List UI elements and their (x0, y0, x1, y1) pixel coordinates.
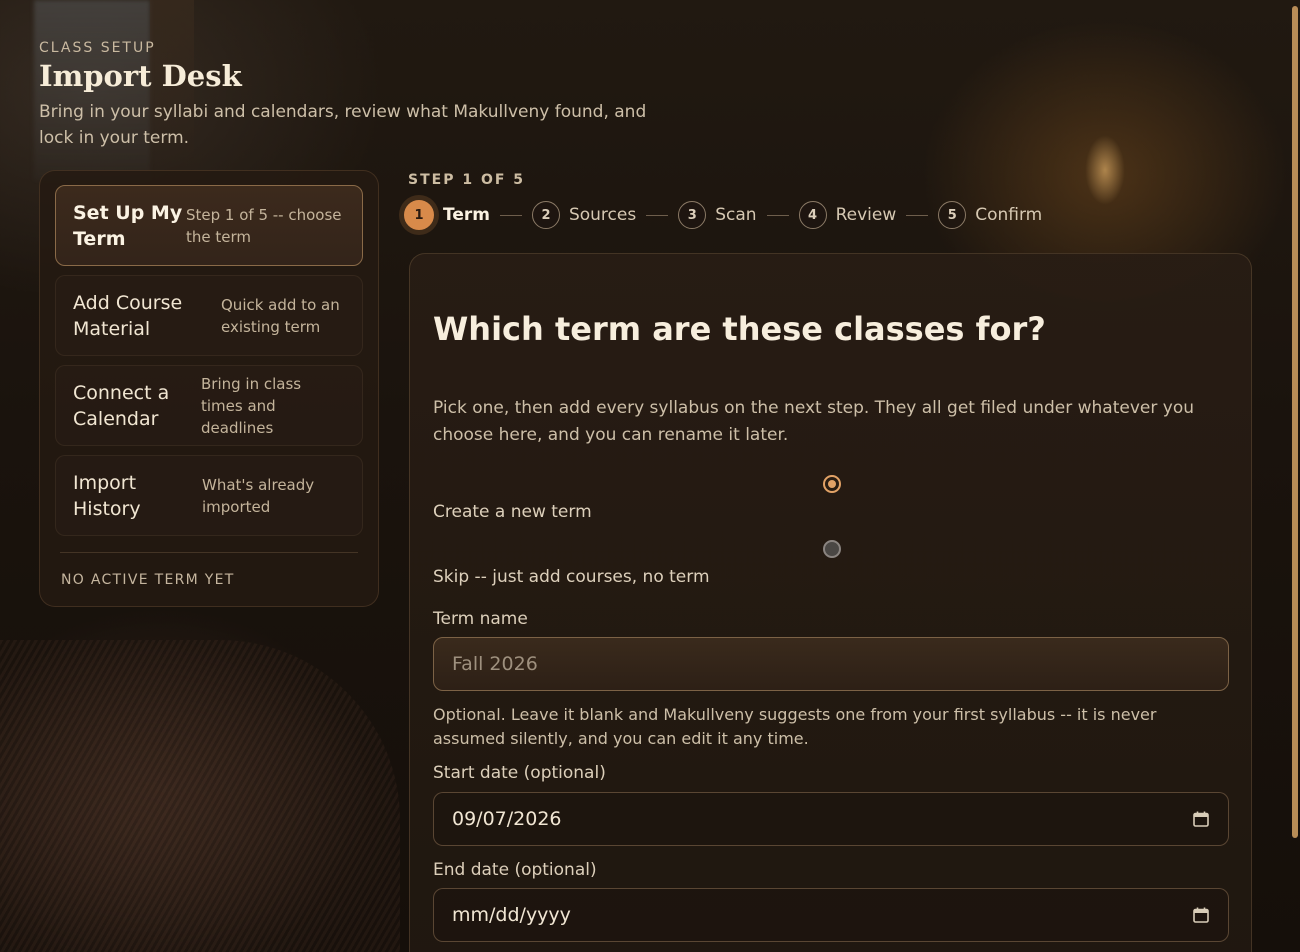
term-name-placeholder: Fall 2026 (452, 653, 538, 675)
form-heading: Which term are these classes for? (433, 310, 1046, 348)
step-sources[interactable]: 2 Sources (531, 201, 637, 229)
step-number: 4 (798, 201, 827, 229)
step-label: Scan (715, 205, 757, 225)
sidebar-item-add-course-material[interactable]: Add Course Material Quick add to an exis… (55, 275, 363, 356)
sidebar-item-desc: Quick add to an existing term (221, 295, 340, 336)
page-scrollbar[interactable] (1292, 6, 1298, 838)
form-intro: Pick one, then add every syllabus on the… (433, 398, 1194, 445)
radio-button-checked[interactable] (823, 475, 841, 493)
sidebar-item-desc: Step 1 of 5 -- choose the term (186, 205, 342, 246)
sidebar-item-label: Import History (73, 471, 141, 520)
step-connector (646, 214, 669, 216)
step-number: 2 (531, 201, 560, 229)
option-create-new-term[interactable]: Create a new term (433, 475, 1233, 525)
step-label: Sources (568, 205, 637, 225)
term-name-input[interactable]: Fall 2026 (433, 637, 1229, 691)
end-date-input[interactable]: mm/dd/yyyy (433, 888, 1229, 942)
option-label: Skip -- just add courses, no term (433, 567, 710, 587)
term-form-card: Which term are these classes for? Pick o… (409, 253, 1252, 952)
step-number: 5 (938, 201, 967, 229)
step-number: 3 (678, 201, 707, 229)
sidebar-item-connect-calendar[interactable]: Connect a Calendar Bring in class times … (55, 365, 363, 446)
step-number: 1 (404, 200, 434, 230)
page-header: CLASS SETUP Import Desk Bring in your sy… (39, 40, 679, 151)
sidebar-item-set-up-term[interactable]: Set Up My Term Step 1 of 5 -- choose the… (55, 185, 363, 266)
start-date-label: Start date (optional) (433, 763, 606, 783)
step-term[interactable]: 1 Term (404, 200, 490, 230)
option-label: Create a new term (433, 502, 592, 522)
wizard-stepper: STEP 1 OF 5 1 Term 2 Sources 3 Scan 4 Re… (404, 172, 1104, 230)
term-name-help: Optional. Leave it blank and Makullveny … (433, 705, 1157, 748)
start-date-value: 09/07/2026 (452, 808, 562, 830)
start-date-input[interactable]: 09/07/2026 (433, 792, 1229, 846)
sidebar-divider (60, 552, 358, 553)
sidebar-item-label: Set Up My Term (73, 201, 183, 250)
sidebar-item-desc: What's already imported (202, 475, 315, 516)
step-label: Review (835, 205, 897, 225)
page-title: Import Desk (39, 59, 242, 93)
step-label: Term (443, 205, 490, 225)
step-counter: STEP 1 OF 5 (408, 172, 526, 188)
step-connector (499, 214, 522, 216)
calendar-icon[interactable] (1192, 810, 1210, 828)
sidebar-item-label: Add Course Material (73, 291, 183, 340)
page-eyebrow: CLASS SETUP (39, 40, 156, 56)
sidebar-item-import-history[interactable]: Import History What's already imported (55, 455, 363, 536)
calendar-icon[interactable] (1192, 906, 1210, 924)
end-date-value: mm/dd/yyyy (452, 904, 571, 926)
end-date-label: End date (optional) (433, 860, 597, 880)
option-skip-term[interactable]: Skip -- just add courses, no term (433, 540, 1233, 590)
step-review[interactable]: 4 Review (798, 201, 897, 229)
term-name-label: Term name (433, 609, 528, 629)
page-subtitle: Bring in your syllabi and calendars, rev… (39, 102, 647, 148)
step-connector (906, 214, 929, 216)
active-term-status: NO ACTIVE TERM YET (61, 572, 235, 588)
step-label: Confirm (975, 205, 1043, 225)
sidebar-item-label: Connect a Calendar (73, 381, 170, 430)
radio-button[interactable] (823, 540, 841, 558)
sidebar-item-desc: Bring in class times and deadlines (201, 374, 302, 437)
sidebar: Set Up My Term Step 1 of 5 -- choose the… (39, 170, 379, 607)
background-blanket (0, 640, 400, 952)
step-list: 1 Term 2 Sources 3 Scan 4 Review 5 Confi… (404, 200, 1104, 230)
step-connector (766, 214, 789, 216)
step-confirm[interactable]: 5 Confirm (938, 201, 1042, 229)
step-scan[interactable]: 3 Scan (678, 201, 757, 229)
